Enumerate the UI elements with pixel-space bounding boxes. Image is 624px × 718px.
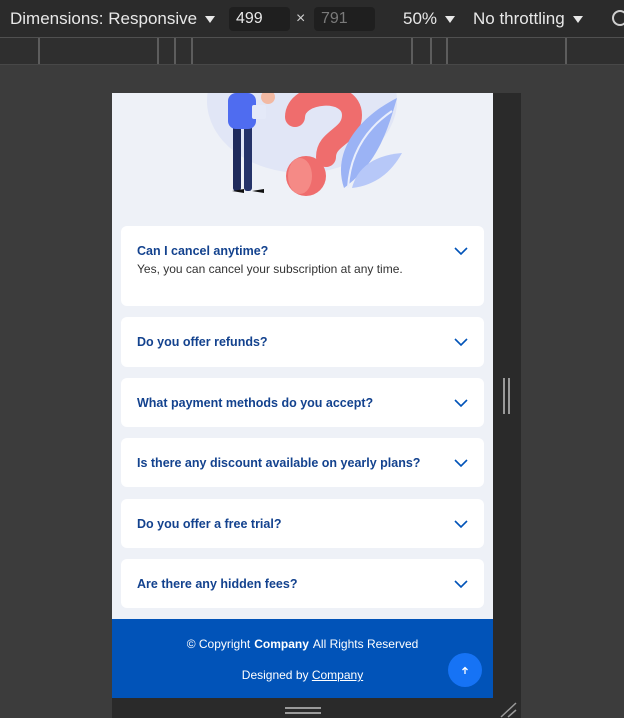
faq-item[interactable]: Can I cancel anytime? Yes, you can cance… <box>121 226 484 306</box>
rotate-icon[interactable] <box>612 10 624 26</box>
width-input[interactable]: 499 <box>229 7 290 31</box>
back-to-top-button[interactable] <box>448 653 482 687</box>
arrow-up-icon <box>462 666 468 674</box>
chevron-down-icon[interactable] <box>454 338 468 347</box>
chevron-down-icon[interactable] <box>454 580 468 589</box>
caret-down-icon <box>205 16 216 24</box>
chevron-down-icon[interactable] <box>454 520 468 529</box>
ruler-tick <box>565 38 567 64</box>
resize-handle-bottom-icon[interactable] <box>285 707 321 715</box>
faq-item[interactable]: Do you offer a free trial? <box>121 499 484 548</box>
dimensions-dropdown[interactable]: Dimensions: Responsive <box>10 9 216 29</box>
chevron-down-icon[interactable] <box>454 399 468 408</box>
faq-item[interactable]: Are there any hidden fees? <box>121 559 484 608</box>
media-query-ruler[interactable] <box>0 38 624 65</box>
faq-item[interactable]: What payment methods do you accept? <box>121 378 484 427</box>
faq-question[interactable]: Are there any hidden fees? <box>137 577 297 591</box>
faq-question[interactable]: Is there any discount available on yearl… <box>137 456 420 470</box>
page-viewport: Can I cancel anytime? Yes, you can cance… <box>112 93 493 698</box>
caret-down-icon <box>572 16 583 24</box>
ruler-tick <box>430 38 432 64</box>
copyright-text: © Copyright Company All Rights Reserved <box>112 637 493 651</box>
copyright-prefix: © Copyright <box>186 637 251 651</box>
faq-item[interactable]: Do you offer refunds? <box>121 317 484 367</box>
designed-by-label: Designed by <box>241 668 309 682</box>
height-input[interactable]: 791 <box>314 7 375 31</box>
ruler-tick <box>446 38 448 64</box>
faq-question[interactable]: Do you offer a free trial? <box>137 517 281 531</box>
copyright-rights: All Rights Reserved <box>312 637 419 651</box>
ruler-tick <box>191 38 193 64</box>
chevron-down-icon[interactable] <box>454 247 468 256</box>
faq-question[interactable]: Do you offer refunds? <box>137 335 268 349</box>
zoom-dropdown[interactable]: 50% <box>403 9 456 29</box>
times-symbol: × <box>296 10 306 27</box>
throttle-dropdown[interactable]: No throttling <box>473 9 583 29</box>
devtools-toolbar: Dimensions: Responsive 499 × 791 50% No … <box>0 0 624 38</box>
designed-by-link[interactable]: Company <box>312 668 363 682</box>
ruler-tick <box>38 38 40 64</box>
chevron-down-icon[interactable] <box>454 459 468 468</box>
designed-by-text: Designed by Company <box>112 668 493 682</box>
dimensions-label: Dimensions: Responsive <box>10 9 198 28</box>
ruler-tick <box>411 38 413 64</box>
faq-illustration <box>207 93 402 196</box>
corner-resize-icon[interactable] <box>499 702 517 718</box>
caret-down-icon <box>445 16 456 24</box>
site-footer: © Copyright Company All Rights Reserved De… <box>112 619 493 698</box>
ruler-tick <box>157 38 159 64</box>
copyright-company: Company <box>254 637 309 651</box>
zoom-label: 50% <box>403 9 438 28</box>
resize-handle-icon[interactable] <box>503 378 511 414</box>
faq-item[interactable]: Is there any discount available on yearl… <box>121 438 484 487</box>
faq-question[interactable]: What payment methods do you accept? <box>137 396 373 410</box>
ruler-tick <box>174 38 176 64</box>
throttle-label: No throttling <box>473 9 565 28</box>
faq-question[interactable]: Can I cancel anytime? <box>137 244 268 258</box>
faq-answer: Yes, you can cancel your subscription at… <box>137 262 403 276</box>
